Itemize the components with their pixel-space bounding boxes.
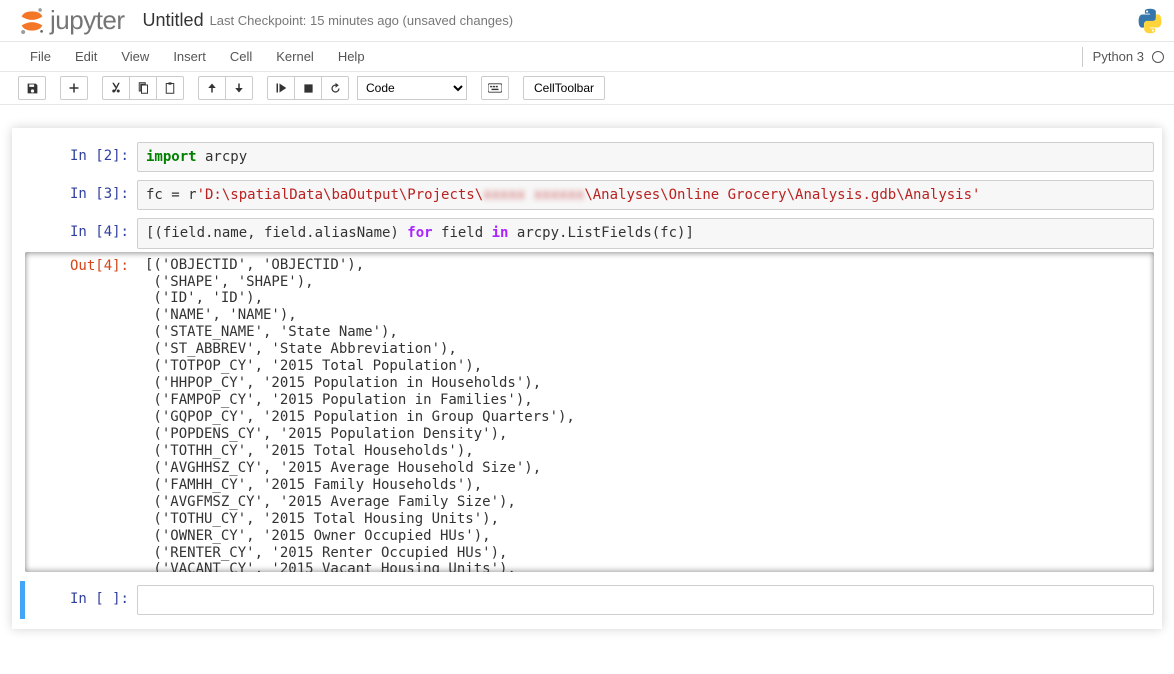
- cell-type-select[interactable]: Code: [357, 76, 467, 100]
- menu-help[interactable]: Help: [326, 43, 377, 70]
- output-cell: Out[4]: [('OBJECTID', 'OBJECTID'), ('SHA…: [25, 252, 1154, 572]
- menu-insert[interactable]: Insert: [161, 43, 218, 70]
- toolbar: Code CellToolbar: [0, 72, 1174, 105]
- output-scroll-area[interactable]: Out[4]: [('OBJECTID', 'OBJECTID'), ('SHA…: [25, 252, 1154, 572]
- output-text: [('OBJECTID', 'OBJECTID'), ('SHAPE', 'SH…: [137, 252, 1154, 572]
- jupyter-logo[interactable]: jupyter: [18, 5, 125, 36]
- kernel-indicator[interactable]: Python 3: [1082, 47, 1164, 67]
- move-up-button[interactable]: [198, 76, 226, 100]
- cut-button[interactable]: [102, 76, 130, 100]
- input-prompt: In [ ]:: [25, 585, 137, 615]
- interrupt-button[interactable]: [294, 76, 322, 100]
- add-cell-button[interactable]: [60, 76, 88, 100]
- code-cell[interactable]: In [2]: import arcpy: [25, 142, 1154, 172]
- copy-button[interactable]: [129, 76, 157, 100]
- output-prompt: Out[4]:: [25, 252, 137, 572]
- run-button[interactable]: [267, 76, 295, 100]
- input-prompt: In [4]:: [25, 218, 137, 248]
- notebook-title[interactable]: Untitled: [143, 10, 204, 31]
- move-down-button[interactable]: [225, 76, 253, 100]
- paste-button[interactable]: [156, 76, 184, 100]
- notebook: In [2]: import arcpy In [3]: fc = r'D:\s…: [12, 128, 1162, 629]
- code-cell[interactable]: In [ ]:: [25, 585, 1154, 615]
- code-input[interactable]: import arcpy: [137, 142, 1154, 172]
- logo-text: jupyter: [50, 5, 125, 36]
- input-prompt: In [3]:: [25, 180, 137, 210]
- menu-cell[interactable]: Cell: [218, 43, 264, 70]
- menubar: FileEditViewInsertCellKernelHelp Python …: [0, 42, 1174, 72]
- input-prompt: In [2]:: [25, 142, 137, 172]
- jupyter-icon: [18, 7, 46, 35]
- menu-edit[interactable]: Edit: [63, 43, 109, 70]
- code-cell[interactable]: In [3]: fc = r'D:\spatialData\baOutput\P…: [25, 180, 1154, 210]
- kernel-name: Python 3: [1093, 49, 1144, 64]
- restart-button[interactable]: [321, 76, 349, 100]
- header: jupyter Untitled Last Checkpoint: 15 min…: [0, 0, 1174, 42]
- code-input[interactable]: fc = r'D:\spatialData\baOutput\Projects\…: [137, 180, 1154, 210]
- command-palette-button[interactable]: [481, 76, 509, 100]
- checkpoint-status: Last Checkpoint: 15 minutes ago (unsaved…: [210, 13, 514, 28]
- notebook-container: In [2]: import arcpy In [3]: fc = r'D:\s…: [0, 105, 1174, 641]
- code-input[interactable]: [137, 585, 1154, 615]
- python-icon: [1136, 7, 1164, 35]
- cell-toolbar-button[interactable]: CellToolbar: [523, 76, 605, 100]
- code-cell[interactable]: In [4]: [(field.name, field.aliasName) f…: [25, 218, 1154, 248]
- kernel-status-icon: [1152, 51, 1164, 63]
- menu-file[interactable]: File: [18, 43, 63, 70]
- code-input[interactable]: [(field.name, field.aliasName) for field…: [137, 218, 1154, 248]
- save-button[interactable]: [18, 76, 46, 100]
- menu-kernel[interactable]: Kernel: [264, 43, 326, 70]
- menu-view[interactable]: View: [109, 43, 161, 70]
